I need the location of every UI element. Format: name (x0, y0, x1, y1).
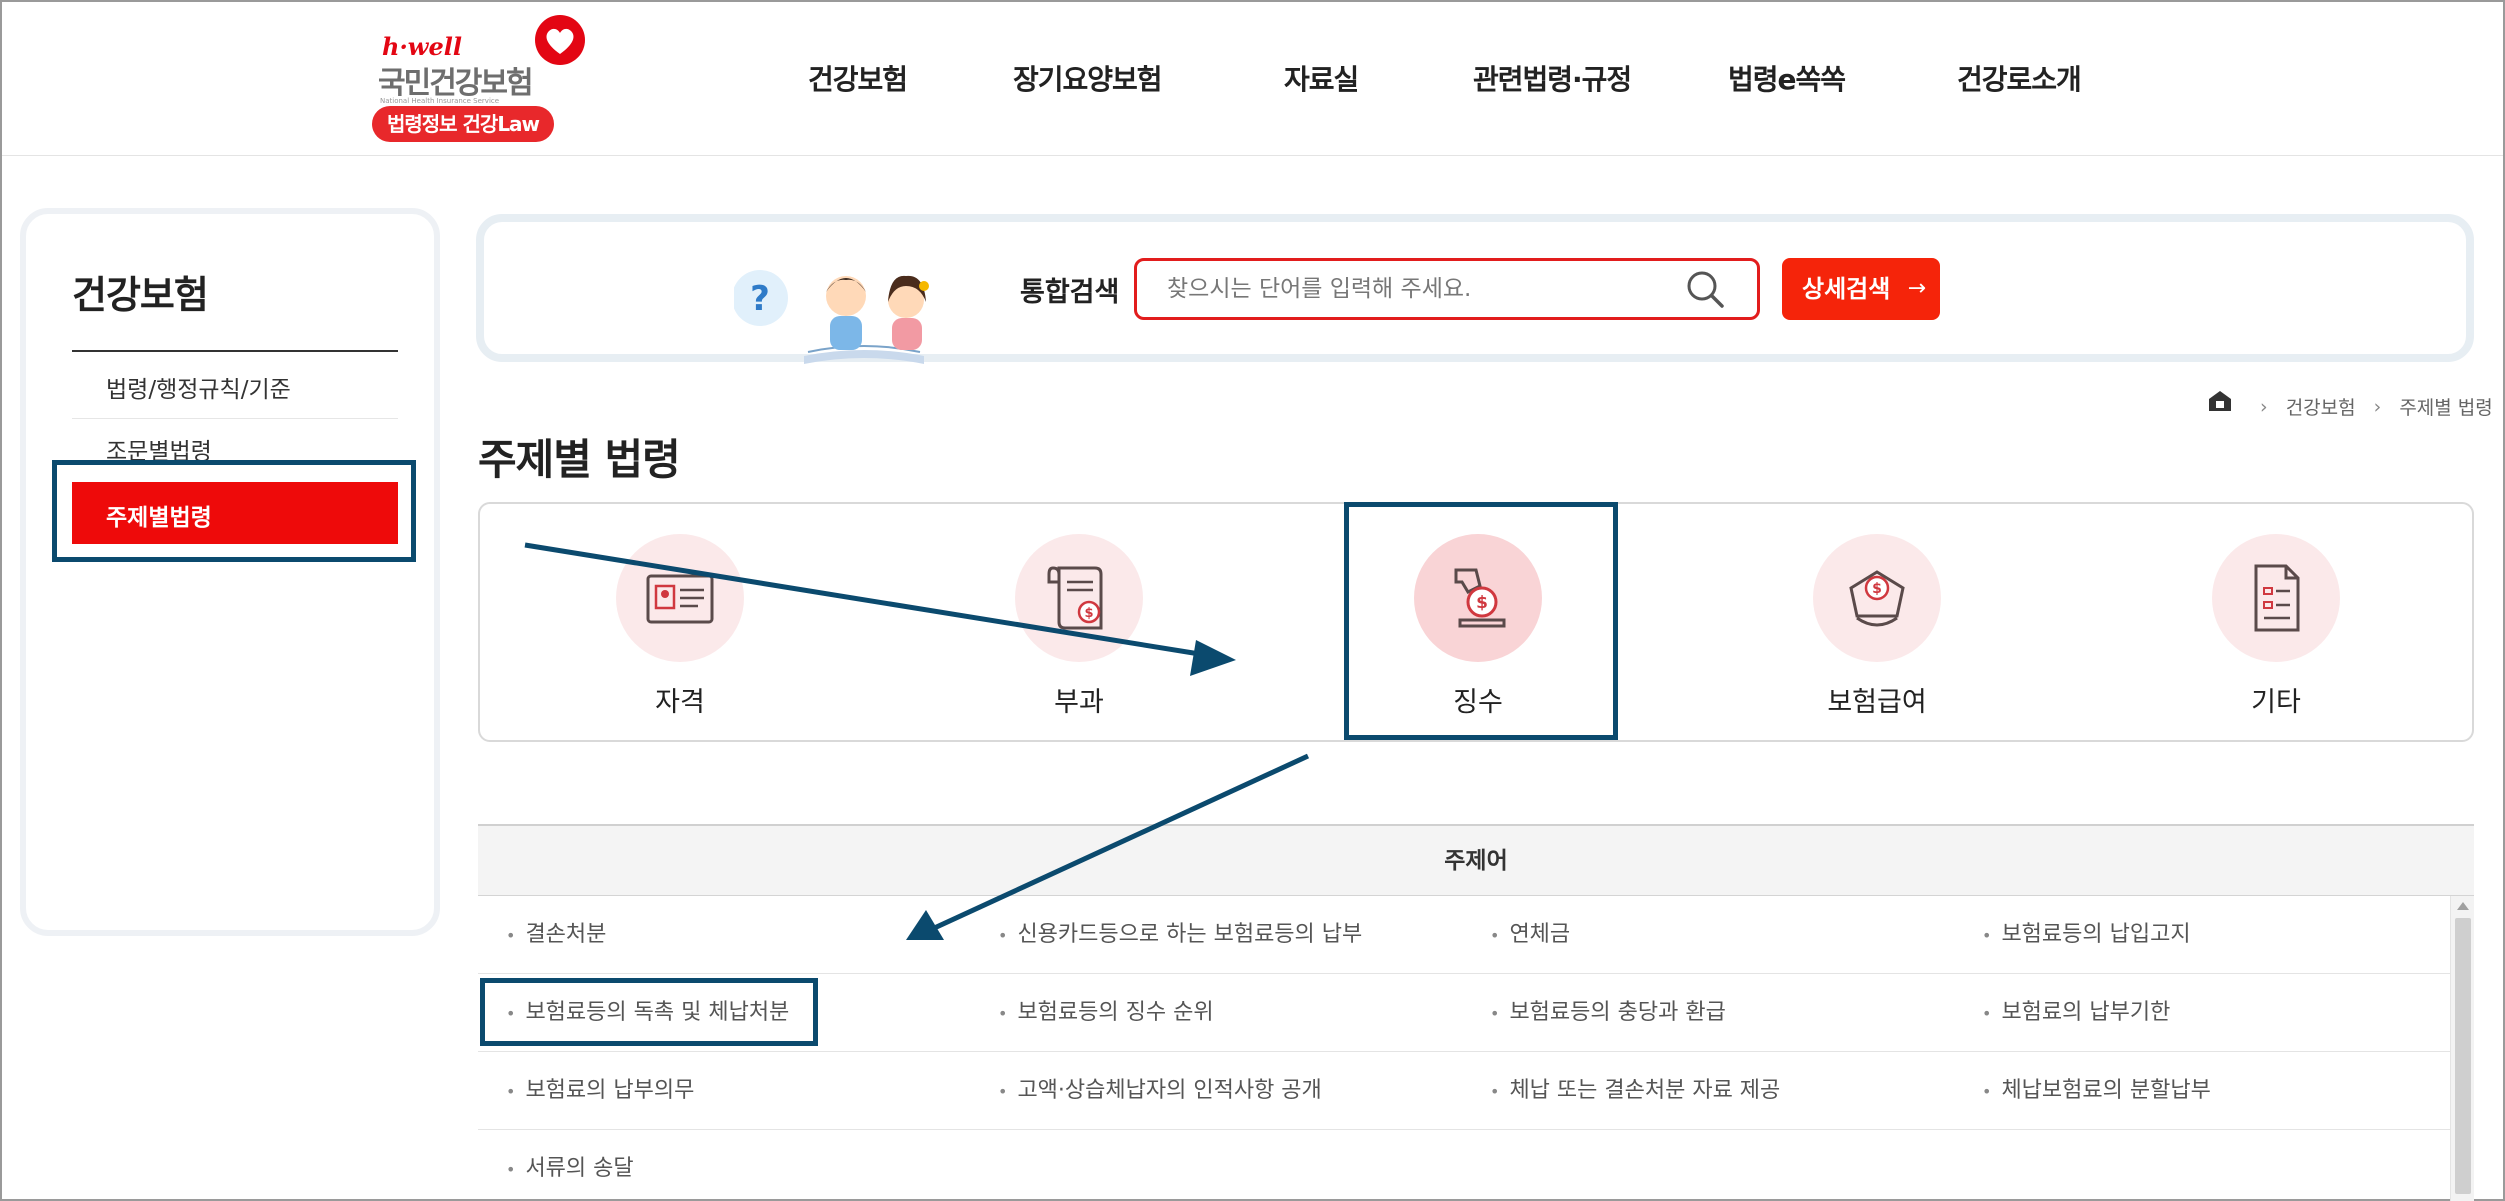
topic-link[interactable]: 보험료의 납부의무 (506, 1052, 694, 1130)
topic-link[interactable]: 보험료등의 독촉 및 체납처분 (506, 974, 789, 1052)
sidebar: 건강보험 법령/행정규칙/기준 조문별법령 주제별법령 (20, 208, 440, 936)
category-label: 징수 (1453, 687, 1503, 718)
category-icon-bg (2212, 534, 2340, 662)
kids-reading-illustration: ? (734, 270, 929, 364)
nav-about[interactable]: 건강로소개 (1957, 58, 2082, 98)
logo-badge: 법령정보 건강Law (372, 106, 554, 142)
sidebar-title: 건강보험 (72, 273, 209, 317)
svg-text:?: ? (750, 279, 770, 319)
topic-link[interactable]: 보험료의 납부기한 (1982, 974, 2170, 1052)
sidebar-item-laws[interactable]: 법령/행정규칙/기준 (106, 370, 291, 404)
topic-table: 주제어 결손처분 신용카드등으로 하는 보험료등의 납부 연체금 보험료등의 납… (478, 824, 2474, 1201)
category-icon-bg: $ (1015, 534, 1143, 662)
logo-brand-text: 국민건강보험 (378, 66, 534, 101)
category-label: 기타 (2251, 687, 2301, 718)
category-icon-bg: $ (1414, 534, 1542, 662)
nav-archive[interactable]: 자료실 (1284, 58, 1359, 98)
invoice-scroll-icon: $ (1047, 566, 1103, 630)
detail-search-button[interactable]: 상세검색 → (1782, 258, 1940, 320)
table-row: 서류의 송달 (478, 1130, 2450, 1201)
detail-search-label: 상세검색 (1802, 275, 1891, 303)
topic-link[interactable]: 보험료등의 납입고지 (1982, 896, 2190, 974)
nav-related-laws[interactable]: 관련법령·규정 (1473, 58, 1632, 98)
sidebar-item-topic-laws[interactable]: 주제별법령 (72, 482, 398, 544)
arrow-right-icon: → (1907, 276, 1926, 301)
topic-link[interactable]: 보험료등의 충당과 환급 (1490, 974, 1725, 1052)
category-label: 부과 (1054, 687, 1104, 718)
category-benefits[interactable]: $ 보험급여 (1777, 504, 1977, 744)
topic-link[interactable]: 서류의 송달 (506, 1130, 633, 1201)
category-eligibility[interactable]: 자격 (580, 504, 780, 744)
document-icon (2254, 564, 2300, 632)
table-row: 결손처분 신용카드등으로 하는 보험료등의 납부 연체금 보험료등의 납입고지 (478, 896, 2450, 974)
search-input[interactable] (1134, 258, 1760, 320)
chevron-right-icon: › (2373, 395, 2382, 418)
svg-text:$: $ (1084, 606, 1093, 621)
category-icon-bg: $ (1813, 534, 1941, 662)
site-header: h·well 국민건강보험 National Health Insurance … (2, 2, 2503, 156)
svg-text:$: $ (1476, 593, 1488, 613)
sidebar-divider (72, 350, 398, 352)
topic-link[interactable]: 보험료등의 징수 순위 (998, 974, 1213, 1052)
category-label: 보험급여 (1827, 687, 1927, 718)
nav-health-insurance[interactable]: 건강보험 (808, 58, 908, 98)
topic-link[interactable]: 결손처분 (506, 896, 606, 974)
sidebar-item-article-laws[interactable]: 조문별법령 (106, 432, 212, 466)
category-label: 자격 (655, 687, 705, 718)
topic-link[interactable]: 체납 또는 결손처분 자료 제공 (1490, 1052, 1780, 1130)
sidebar-item-label: 주제별법령 (106, 505, 212, 531)
scroll-thumb[interactable] (2455, 918, 2471, 1194)
search-label: 통합검색 (1020, 277, 1120, 308)
search-icon[interactable] (1684, 268, 1726, 310)
table-row: 보험료의 납부의무 고액·상습체납자의 인적사항 공개 체납 또는 결손처분 자… (478, 1052, 2450, 1130)
page-title: 주제별 법령 (478, 435, 681, 484)
topic-table-header: 주제어 (478, 826, 2474, 896)
svg-text:$: $ (1872, 581, 1882, 597)
logo-hwell-text: h·well (382, 32, 462, 61)
site-logo[interactable]: h·well 국민건강보험 National Health Insurance … (372, 14, 602, 142)
table-row: 보험료등의 독촉 및 체납처분 보험료등의 징수 순위 보험료등의 충당과 환급… (478, 974, 2450, 1052)
category-levy[interactable]: $ 부과 (979, 504, 1179, 744)
nav-long-term-care[interactable]: 장기요양보험 (1013, 58, 1163, 98)
money-deposit-icon: $ (1454, 568, 1506, 628)
logo-english-text: National Health Insurance Service (380, 97, 500, 105)
id-card-icon (646, 574, 714, 624)
chevron-right-icon: › (2260, 395, 2268, 418)
heart-logo-icon (535, 15, 585, 65)
category-others[interactable]: 기타 (2176, 504, 2376, 744)
topic-link[interactable]: 고액·상습체납자의 인적사항 공개 (998, 1052, 1321, 1130)
breadcrumb-item[interactable]: 건강보험 (2286, 393, 2356, 420)
hand-coin-icon: $ (1849, 570, 1905, 627)
breadcrumb: › 건강보험 › 주제별 법령 (2208, 390, 2493, 420)
category-icon-bg (616, 534, 744, 662)
topic-link[interactable]: 연체금 (1490, 896, 1570, 974)
category-panel: 자격 $ 부과 $ 징수 $ 보험급여 기타 (478, 502, 2474, 742)
topic-link[interactable]: 신용카드등으로 하는 보험료등의 납부 (998, 896, 1362, 974)
sidebar-separator (72, 418, 398, 419)
scroll-up-icon[interactable] (2457, 902, 2469, 910)
home-icon[interactable] (2208, 390, 2232, 412)
nav-law-easy[interactable]: 법령e쏙쏙 (1728, 58, 1846, 98)
topic-link[interactable]: 체납보험료의 분할납부 (1982, 1052, 2210, 1130)
scrollbar[interactable] (2450, 896, 2474, 1201)
breadcrumb-item-current: 주제별 법령 (2399, 397, 2493, 419)
category-collection[interactable]: $ 징수 (1378, 504, 1578, 744)
